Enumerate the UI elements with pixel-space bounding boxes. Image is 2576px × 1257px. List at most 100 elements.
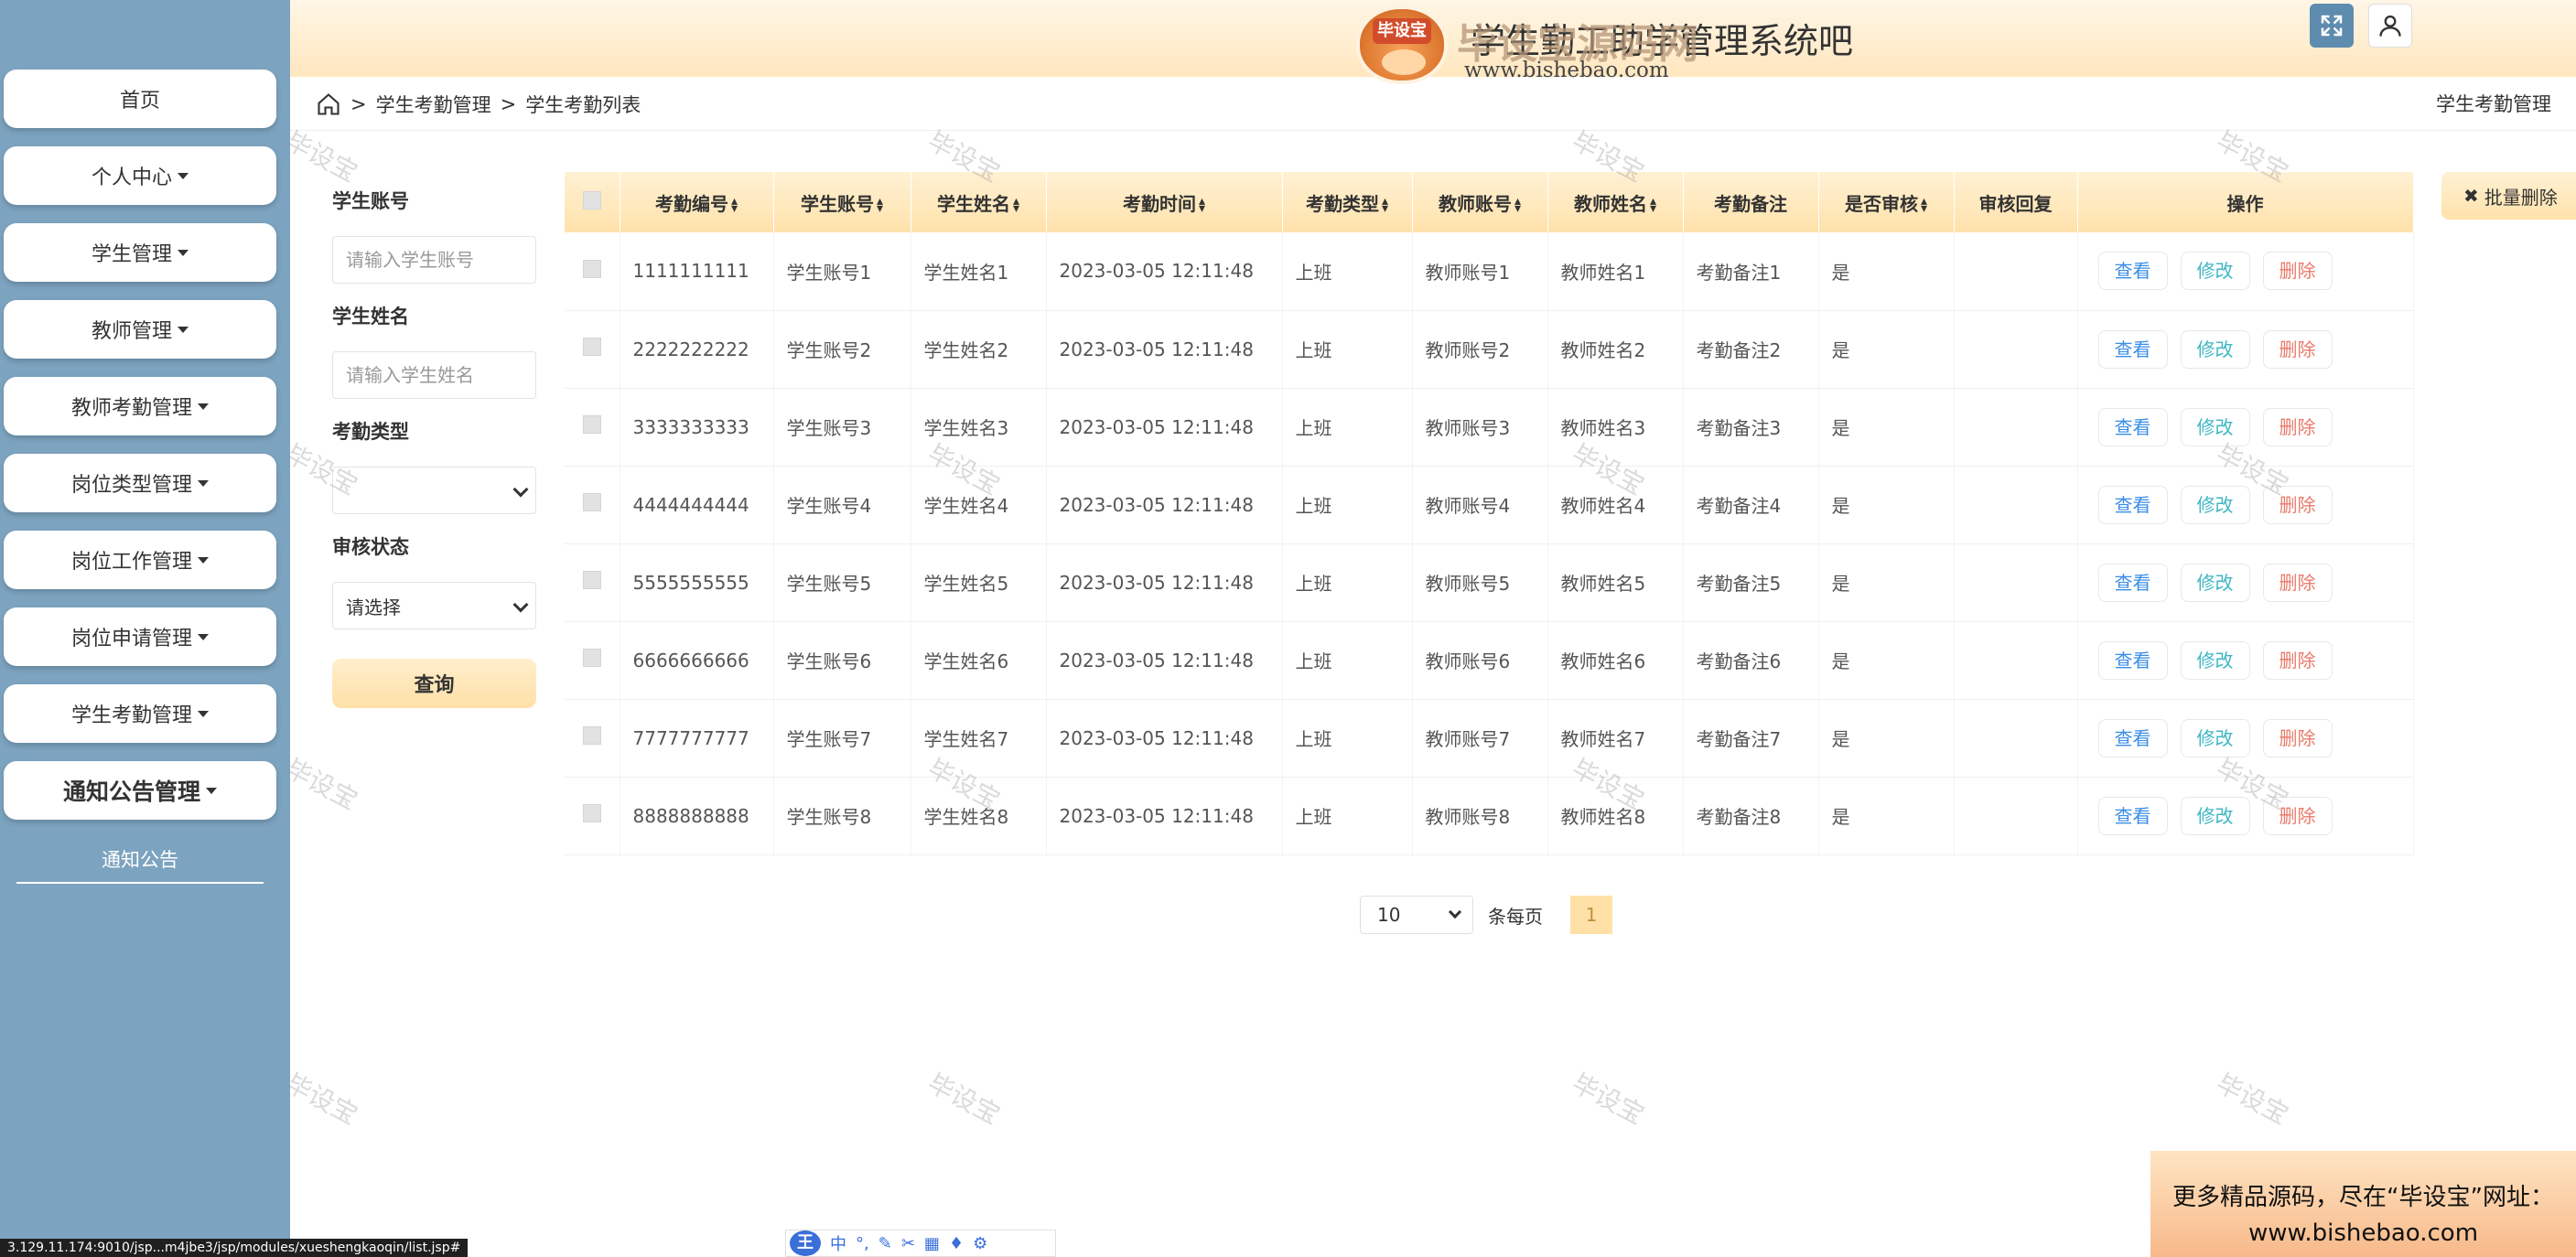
student-account-input[interactable] xyxy=(332,236,536,284)
page-size-select[interactable]: 10 xyxy=(1360,896,1473,934)
delete-button[interactable]: 删除 xyxy=(2262,329,2333,369)
table-cell: 3333333333 xyxy=(620,388,774,467)
col-header-student-account[interactable]: 学生账号 ▴ ▾ xyxy=(773,172,911,232)
row-checkbox[interactable] xyxy=(565,699,620,778)
sidebar-item-post-work[interactable]: 岗位工作管理 xyxy=(4,531,276,589)
table-cell: 上班 xyxy=(1282,777,1413,855)
ad-banner[interactable]: 更多精品源码，尽在“毕设宝”网址： www.bishebao.com xyxy=(2150,1151,2576,1257)
scissors-icon[interactable]: ✂ xyxy=(901,1234,915,1253)
search-button[interactable]: 查询 xyxy=(332,659,536,708)
sidebar-item-student-management[interactable]: 学生管理 xyxy=(4,223,276,282)
view-button[interactable]: 查看 xyxy=(2097,407,2168,446)
attendance-table: 考勤编号 ▴ ▾ 学生账号 ▴ ▾ 学生姓名 ▴ ▾ 考勤时间 ▴ ▾ 考勤类型 ▴ ▾ 教师账号 ▴… xyxy=(565,172,2414,855)
sidebar-item-post-application[interactable]: 岗位申请管理 xyxy=(4,607,276,666)
fullscreen-button[interactable] xyxy=(2310,4,2354,48)
submenu-item-notice[interactable]: 通知公告 xyxy=(16,842,264,884)
row-checkbox[interactable] xyxy=(565,621,620,700)
col-header-attendance-id[interactable]: 考勤编号 ▴ ▾ xyxy=(620,172,774,232)
col-header-teacher-account[interactable]: 教师账号 ▴ ▾ xyxy=(1412,172,1548,232)
sidebar-item-label: 岗位工作管理 xyxy=(70,551,192,574)
table-cell: 6666666666 xyxy=(620,621,774,700)
home-icon[interactable] xyxy=(316,91,341,117)
sidebar-item-teacher-attendance[interactable]: 教师考勤管理 xyxy=(4,377,276,435)
edit-button[interactable]: 修改 xyxy=(2180,407,2250,446)
sidebar-item-post-type[interactable]: 岗位类型管理 xyxy=(4,454,276,512)
sidebar-item-home[interactable]: 首页 xyxy=(4,70,276,128)
sidebar-item-label: 首页 xyxy=(119,90,160,113)
table-cell: 教师姓名1 xyxy=(1547,232,1684,311)
edit-button[interactable]: 修改 xyxy=(2180,329,2250,369)
col-header-student-name[interactable]: 学生姓名 ▴ ▾ xyxy=(911,172,1047,232)
gear-icon[interactable]: ⚙ xyxy=(973,1234,987,1253)
delete-button[interactable]: 删除 xyxy=(2262,563,2333,602)
table-cell: 是 xyxy=(1818,388,1955,467)
row-checkbox[interactable] xyxy=(565,310,620,389)
table-cell: 是 xyxy=(1818,777,1955,855)
shirt-icon[interactable]: ♦ xyxy=(949,1234,964,1253)
attendance-type-select[interactable] xyxy=(332,467,536,514)
user-button[interactable] xyxy=(2368,4,2412,48)
breadcrumb-item[interactable]: 学生考勤管理 xyxy=(376,91,491,118)
col-header-is-reviewed[interactable]: 是否审核 ▴ ▾ xyxy=(1818,172,1955,232)
watermark-logo: 毕设宝 毕设宝源码网 www.bishebao.com xyxy=(1356,5,1698,84)
ime-mode[interactable]: 中 xyxy=(830,1231,846,1255)
table-cell: 教师姓名4 xyxy=(1547,466,1684,544)
select-all-checkbox[interactable] xyxy=(565,172,620,232)
col-header-attendance-type[interactable]: 考勤类型 ▴ ▾ xyxy=(1282,172,1413,232)
edit-button[interactable]: 修改 xyxy=(2180,252,2250,291)
delete-button[interactable]: 删除 xyxy=(2262,718,2333,757)
row-checkbox[interactable] xyxy=(565,232,620,311)
sidebar-item-personal-center[interactable]: 个人中心 xyxy=(4,146,276,205)
table-cell: 教师姓名3 xyxy=(1547,388,1684,467)
table-cell: 学生姓名2 xyxy=(911,310,1047,389)
sidebar-item-label: 通知公告管理 xyxy=(62,779,200,805)
sidebar-item-label: 岗位类型管理 xyxy=(70,474,192,497)
ad-line-2: www.bishebao.com xyxy=(2247,1219,2479,1247)
view-button[interactable]: 查看 xyxy=(2097,252,2168,291)
edit-button[interactable]: 修改 xyxy=(2180,796,2250,835)
student-name-input[interactable] xyxy=(332,351,536,399)
table-cell: 是 xyxy=(1818,466,1955,544)
col-header-teacher-name[interactable]: 教师姓名 ▴ ▾ xyxy=(1547,172,1684,232)
delete-button[interactable]: 删除 xyxy=(2262,640,2333,680)
view-button[interactable]: 查看 xyxy=(2097,485,2168,524)
batch-delete-button[interactable]: ✖ 批量删除 xyxy=(2441,172,2576,220)
sidebar-item-notice-management[interactable]: 通知公告管理 xyxy=(4,761,276,820)
ime-toolbar[interactable]: 王 中 °, ✎ ✂ ▦ ♦ ⚙ xyxy=(785,1230,1056,1257)
col-header-attendance-time[interactable]: 考勤时间 ▴ ▾ xyxy=(1046,172,1283,232)
view-button[interactable]: 查看 xyxy=(2097,329,2168,369)
table-cell: 2023-03-05 12:11:48 xyxy=(1046,388,1283,467)
row-checkbox[interactable] xyxy=(565,466,620,544)
edit-button[interactable]: 修改 xyxy=(2180,485,2250,524)
row-checkbox[interactable] xyxy=(565,777,620,855)
row-actions: 查看 修改 删除 xyxy=(2077,699,2414,778)
review-status-value: 请选择 xyxy=(346,596,401,618)
view-button[interactable]: 查看 xyxy=(2097,640,2168,680)
delete-button[interactable]: 删除 xyxy=(2262,407,2333,446)
table-cell: 学生账号8 xyxy=(773,777,911,855)
view-button[interactable]: 查看 xyxy=(2097,563,2168,602)
view-button[interactable]: 查看 xyxy=(2097,796,2168,835)
watermark-text: 毕设宝 xyxy=(922,1068,1006,1131)
edit-button[interactable]: 修改 xyxy=(2180,718,2250,757)
edit-button[interactable]: 修改 xyxy=(2180,563,2250,602)
ime-punct-icon[interactable]: °, xyxy=(856,1234,869,1253)
row-actions: 查看 修改 删除 xyxy=(2077,466,2414,544)
edit-button[interactable]: 修改 xyxy=(2180,640,2250,680)
pen-icon[interactable]: ✎ xyxy=(878,1234,892,1253)
page-number-current[interactable]: 1 xyxy=(1570,896,1612,934)
delete-button[interactable]: 删除 xyxy=(2262,796,2333,835)
delete-button[interactable]: 删除 xyxy=(2262,252,2333,291)
row-checkbox[interactable] xyxy=(565,543,620,622)
view-button[interactable]: 查看 xyxy=(2097,718,2168,757)
table-cell: 考勤备注8 xyxy=(1683,777,1819,855)
sidebar-item-teacher-management[interactable]: 教师管理 xyxy=(4,300,276,359)
keyboard-icon[interactable]: ▦ xyxy=(924,1234,940,1253)
close-icon: ✖ xyxy=(2463,185,2479,207)
table-cell: 上班 xyxy=(1282,232,1413,311)
delete-button[interactable]: 删除 xyxy=(2262,485,2333,524)
sidebar-item-student-attendance[interactable]: 学生考勤管理 xyxy=(4,684,276,743)
review-status-select[interactable]: 请选择 xyxy=(332,582,536,629)
row-checkbox[interactable] xyxy=(565,388,620,467)
caret-down-icon xyxy=(178,326,189,333)
